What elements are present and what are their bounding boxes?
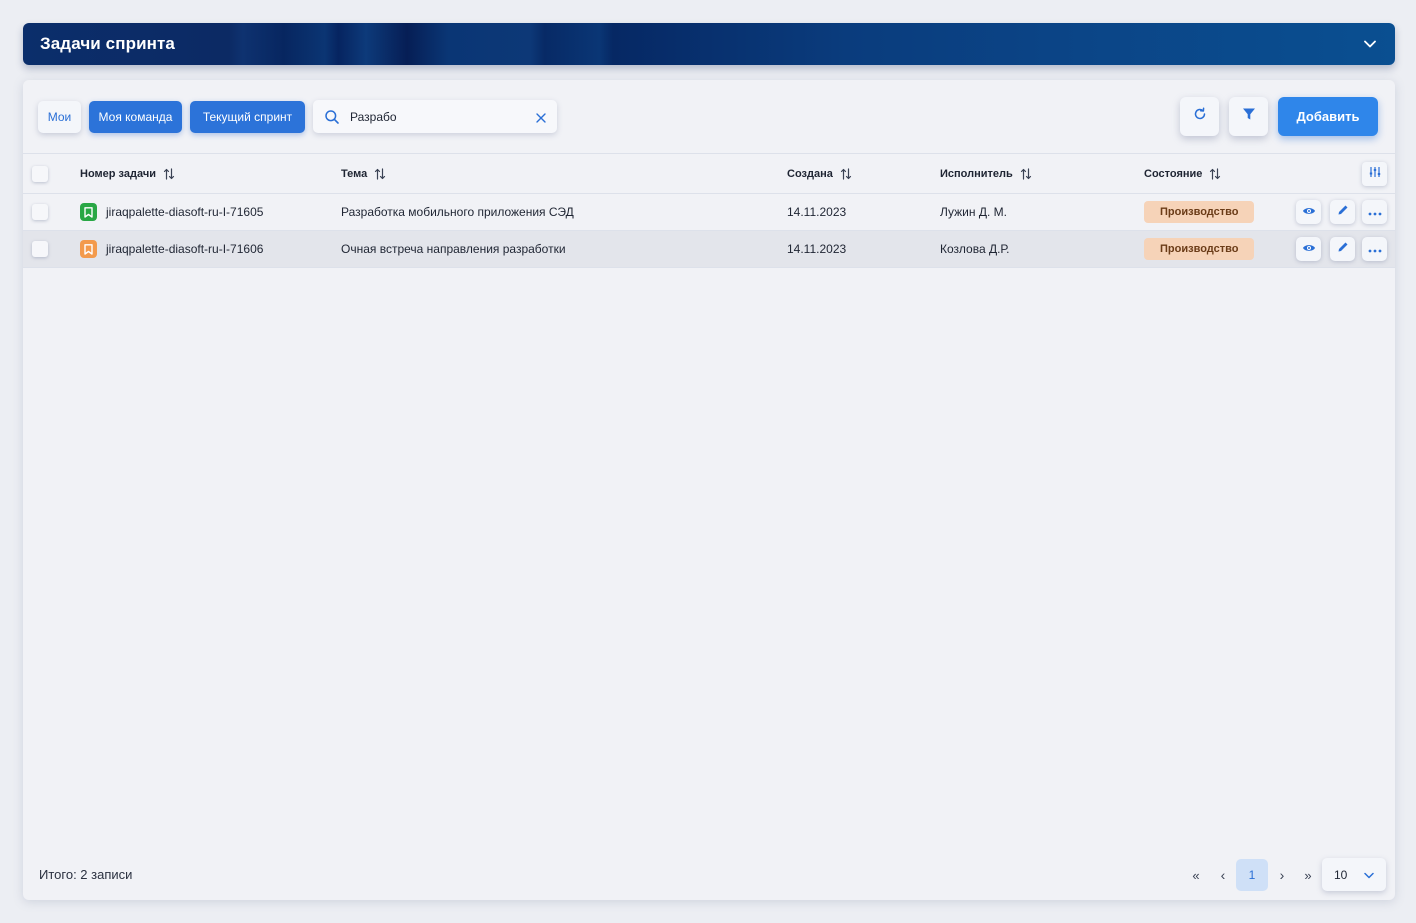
edit-button[interactable] (1330, 237, 1355, 261)
created-cell: 14.11.2023 (787, 205, 847, 219)
view-button[interactable] (1296, 237, 1321, 261)
pager-prev-button[interactable]: ‹ (1213, 859, 1233, 891)
toolbar: Мои Моя команда Текущий спринт Добавить (23, 80, 1395, 152)
status-cell: Производство (1144, 231, 1255, 267)
chevron-down-icon[interactable] (1363, 37, 1377, 51)
eye-icon (1302, 203, 1316, 221)
refresh-button[interactable] (1180, 97, 1219, 136)
table-row[interactable]: jiraqpalette-diasoft-ru-I-71606 Очная вс… (23, 231, 1395, 268)
bookmark-icon (80, 240, 97, 258)
more-button[interactable] (1362, 237, 1387, 261)
tasks-table: Номер задачи Тема Создана Исполнитель Со… (23, 153, 1395, 268)
assignee-cell: Лужин Д. М. (940, 205, 1007, 219)
total-records: Итого: 2 записи (39, 867, 133, 882)
more-horizontal-icon (1368, 240, 1382, 258)
created-cell: 14.11.2023 (787, 242, 847, 256)
chevron-down-icon (1364, 868, 1374, 882)
more-horizontal-icon (1368, 203, 1382, 221)
sort-icon (1020, 167, 1032, 180)
sort-icon (163, 167, 175, 180)
page-size-value: 10 (1334, 867, 1348, 882)
sort-icon (840, 167, 852, 180)
column-settings-button[interactable] (1362, 162, 1387, 186)
tasks-panel: Мои Моя команда Текущий спринт Добавить (23, 80, 1395, 900)
table-header: Номер задачи Тема Создана Исполнитель Со… (23, 153, 1395, 194)
sort-icon (1209, 167, 1221, 180)
double-chevron-right-icon: » (1304, 867, 1312, 883)
table-row[interactable]: jiraqpalette-diasoft-ru-I-71605 Разработ… (23, 194, 1395, 231)
column-header-created[interactable]: Создана (787, 154, 852, 193)
column-header-status[interactable]: Состояние (1144, 154, 1221, 193)
sort-icon (374, 167, 386, 180)
bookmark-icon (80, 203, 97, 221)
pager-page-1[interactable]: 1 (1236, 859, 1268, 891)
add-button[interactable]: Добавить (1278, 97, 1378, 136)
refresh-icon (1193, 107, 1207, 126)
filter-icon (1242, 107, 1256, 126)
status-cell: Производство (1144, 194, 1255, 230)
search-box (313, 100, 557, 133)
chevron-right-icon: › (1279, 867, 1285, 883)
filter-chip-mine[interactable]: Мои (38, 101, 81, 133)
select-all-checkbox[interactable] (32, 165, 48, 182)
page-size-select[interactable]: 10 (1322, 858, 1386, 891)
close-icon[interactable] (535, 111, 547, 123)
page-title: Задачи спринта (40, 34, 175, 53)
row-checkbox[interactable] (32, 204, 48, 220)
pencil-icon (1337, 240, 1349, 258)
pager-last-button[interactable]: » (1298, 859, 1318, 891)
view-button[interactable] (1296, 200, 1321, 224)
task-number-cell[interactable]: jiraqpalette-diasoft-ru-I-71606 (80, 231, 263, 267)
task-number-cell[interactable]: jiraqpalette-diasoft-ru-I-71605 (80, 194, 263, 230)
chevron-left-icon: ‹ (1220, 867, 1226, 883)
page-header: Задачи спринта (23, 23, 1395, 65)
topic-cell: Разработка мобильного приложения СЭД (341, 205, 574, 219)
status-badge: Производство (1144, 201, 1255, 223)
pager-first-button[interactable]: « (1186, 859, 1206, 891)
column-header-topic[interactable]: Тема (341, 154, 386, 193)
filter-button[interactable] (1229, 97, 1268, 136)
pencil-icon (1337, 203, 1349, 221)
search-input[interactable] (350, 109, 535, 124)
edit-button[interactable] (1330, 200, 1355, 224)
status-badge: Производство (1144, 238, 1255, 260)
more-button[interactable] (1362, 200, 1387, 224)
filter-chip-my-team[interactable]: Моя команда (89, 101, 182, 133)
column-settings-icon (1369, 165, 1381, 183)
double-chevron-left-icon: « (1192, 867, 1200, 883)
column-header-assignee[interactable]: Исполнитель (940, 154, 1032, 193)
column-header-number[interactable]: Номер задачи (80, 154, 175, 193)
filter-chip-current-sprint[interactable]: Текущий спринт (190, 101, 305, 133)
pager-next-button[interactable]: › (1272, 859, 1292, 891)
topic-cell: Очная встреча направления разработки (341, 242, 566, 256)
assignee-cell: Козлова Д.Р. (940, 242, 1010, 256)
row-checkbox[interactable] (32, 241, 48, 257)
eye-icon (1302, 240, 1316, 258)
search-icon (324, 109, 340, 125)
